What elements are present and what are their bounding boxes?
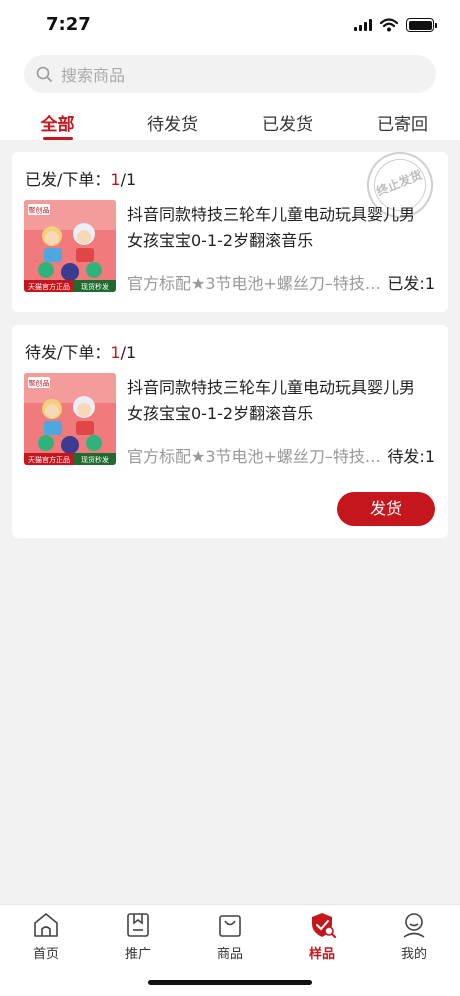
- status-time: 7:27: [46, 14, 91, 35]
- pending-quantity: 待发:1: [387, 447, 435, 466]
- bookmark-icon: [127, 913, 149, 937]
- product-thumbnail[interactable]: 聚创品 天猫官方正品 现货秒发: [24, 200, 116, 292]
- tab-returned[interactable]: 已寄回: [345, 100, 460, 140]
- product-spec: 官方标配★3节电池+螺丝刀–特技…: [127, 274, 381, 293]
- tabbar-label: 推广: [124, 947, 151, 962]
- bag-icon: [219, 915, 241, 937]
- thumb-official-text: 天猫官方正品: [28, 455, 70, 464]
- search-icon: [36, 66, 52, 82]
- shield-search-icon: [312, 913, 336, 938]
- tabbar-item-mine[interactable]: 我的: [368, 905, 460, 996]
- total-count: /1: [120, 343, 137, 362]
- tab-pending[interactable]: 待发货: [115, 100, 230, 140]
- product-title[interactable]: 抖音同款特技三轮车儿童电动玩具婴儿男女孩宝宝0-1-2岁翻滚音乐: [127, 202, 427, 254]
- thumb-brand-text: 聚创品: [29, 206, 50, 215]
- total-count: /1: [120, 170, 137, 189]
- search-input[interactable]: 搜索商品: [61, 62, 125, 86]
- progress-label: 待发/下单：: [25, 343, 111, 362]
- tab-shipped[interactable]: 已发货: [230, 100, 345, 140]
- home-indicator[interactable]: [148, 980, 312, 985]
- thumb-brand-text: 聚创品: [29, 379, 50, 388]
- tabbar-label: 商品: [216, 947, 243, 962]
- thumb-instock-text: 现货秒发: [81, 455, 109, 464]
- order-progress: 待发/下单：1/1: [25, 339, 136, 363]
- tab-all[interactable]: 全部: [0, 100, 115, 140]
- status-bar: 7:27: [0, 0, 460, 50]
- shipped-quantity: 已发:1: [387, 274, 435, 293]
- thumb-instock-text: 现货秒发: [81, 282, 109, 291]
- status-icons: [354, 16, 437, 34]
- ship-button[interactable]: 发货: [337, 492, 435, 526]
- product-spec: 官方标配★3节电池+螺丝刀–特技…: [127, 447, 381, 466]
- tabbar-item-home[interactable]: 首页: [0, 905, 92, 996]
- top-section: 7:27 搜索商品 全部 待发货 已发货 已寄回: [0, 0, 460, 140]
- order-progress: 已发/下单：1/1: [25, 166, 136, 190]
- order-card[interactable]: 待发/下单：1/1 聚创品 天猫官方正品 现货秒发 抖音同款特技三轮车儿童电动玩…: [12, 325, 448, 538]
- tabbar-label: 首页: [32, 947, 59, 962]
- sent-count: 1: [110, 170, 121, 189]
- battery-icon: [406, 18, 437, 32]
- toy-tricycle-image: 聚创品 天猫官方正品 现货秒发: [24, 373, 116, 465]
- toy-tricycle-image: 聚创品 天猫官方正品 现货秒发: [24, 200, 116, 292]
- sent-count: 1: [110, 343, 121, 362]
- search-bar[interactable]: 搜索商品: [24, 55, 436, 93]
- progress-label: 已发/下单：: [25, 170, 111, 189]
- thumb-official-text: 天猫官方正品: [28, 282, 70, 291]
- signal-icon: [354, 19, 372, 31]
- product-title[interactable]: 抖音同款特技三轮车儿童电动玩具婴儿男女孩宝宝0-1-2岁翻滚音乐: [127, 375, 427, 427]
- home-icon: [34, 913, 58, 937]
- wifi-icon: [380, 18, 398, 32]
- order-tabs: 全部 待发货 已发货 已寄回: [0, 100, 460, 140]
- person-icon: [403, 913, 425, 938]
- tabbar-label: 我的: [400, 947, 427, 962]
- product-thumbnail[interactable]: 聚创品 天猫官方正品 现货秒发: [24, 373, 116, 465]
- order-card[interactable]: 终止发货 已发/下单：1/1 聚创品 天猫官方正品 现货秒发 抖音同款特技三轮车…: [12, 152, 448, 312]
- tabbar-label: 样品: [308, 947, 335, 962]
